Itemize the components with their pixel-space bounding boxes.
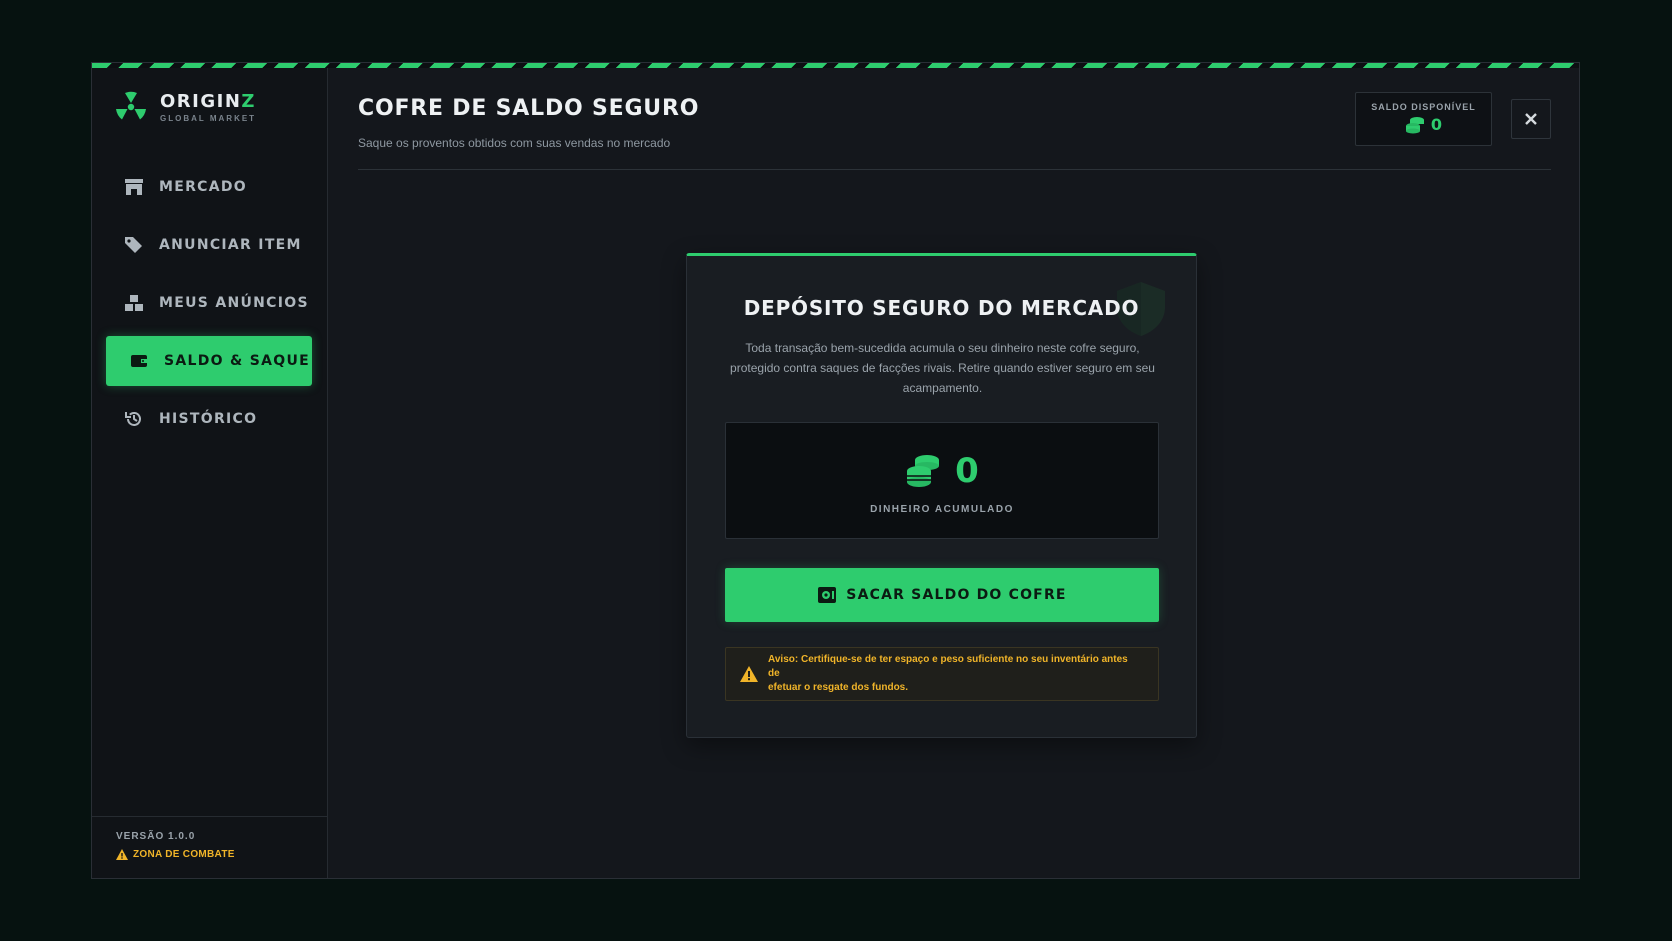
sidebar-item-label: MEUS ANÚNCIOS [159,295,309,311]
card-description-line: protegido contra saques de facções rivai… [730,361,1155,375]
warning-notice: Aviso: Certifique-se de ter espaço e pes… [725,647,1159,701]
brand-logo: ORIGINZ GLOBAL MARKET [114,90,256,124]
close-icon [1525,113,1537,125]
card-description-line: Toda transação bem-sucedida acumula o se… [745,341,1140,355]
sidebar: ORIGINZ GLOBAL MARKET MERCADO ANUNCIAR I… [92,68,328,878]
sidebar-item-historico[interactable]: HISTÓRICO [106,394,312,444]
withdraw-button[interactable]: SACAR SALDO DO COFRE [725,568,1159,622]
close-button[interactable] [1511,99,1551,139]
balance-value-row: 0 [1356,115,1491,134]
sidebar-footer: VERSÃO 1.0.0 ZONA DE COMBATE [92,816,328,878]
safe-icon [818,587,837,603]
sidebar-item-meus-anuncios[interactable]: MEUS ANÚNCIOS [106,278,312,328]
wallet-icon [128,350,150,372]
page-title: COFRE DE SALDO SEGURO [358,96,700,121]
store-icon [123,176,145,198]
combat-zone-label: ZONA DE COMBATE [133,849,235,860]
sidebar-item-anunciar-item[interactable]: ANUNCIAR ITEM [106,220,312,270]
warning-text-line: Aviso: Certifique-se de ter espaço e pes… [768,654,1128,679]
brand-subtitle: GLOBAL MARKET [160,113,257,123]
card-title: DEPÓSITO SEGURO DO MERCADO [743,296,1140,320]
sidebar-item-label: MERCADO [159,179,248,195]
secure-deposit-card: DEPÓSITO SEGURO DO MERCADO Toda transaçã… [686,253,1197,738]
warning-text: Aviso: Certifique-se de ter espaço e pes… [768,653,1138,695]
warning-icon [116,849,128,860]
version-label: VERSÃO 1.0.0 [116,831,196,842]
coins-icon [1405,116,1424,133]
boxes-icon [123,292,145,314]
sidebar-item-label: HISTÓRICO [159,411,258,427]
vault-amount-row: 0 [726,451,1158,491]
tags-icon [123,234,145,256]
sidebar-nav: MERCADO ANUNCIAR ITEM MEUS ANÚNCIOS SALD… [106,162,312,452]
balance-label: SALDO DISPONÍVEL [1371,102,1476,112]
history-icon [123,408,145,430]
page-subtitle: Saque os proventos obtidos com suas vend… [358,136,671,150]
coins-icon [907,455,940,487]
main-panel: COFRE DE SALDO SEGURO Saque os proventos… [328,68,1579,878]
card-description-line: acampamento. [902,381,983,395]
sidebar-item-saldo-saque[interactable]: SALDO & SAQUE [106,336,312,386]
combat-zone-badge: ZONA DE COMBATE [116,849,328,860]
sidebar-item-label: SALDO & SAQUE [164,353,310,369]
card-description: Toda transação bem-sucedida acumula o se… [725,338,1160,398]
warning-icon [740,666,758,682]
withdraw-button-label: SACAR SALDO DO COFRE [846,587,1067,603]
balance-display: SALDO DISPONÍVEL 0 [1355,92,1492,146]
warning-text-line: efetuar o resgate dos fundos. [768,682,909,693]
market-window: ORIGINZ GLOBAL MARKET MERCADO ANUNCIAR I… [91,62,1580,879]
vault-amount: 0 [955,451,979,491]
header-divider [358,169,1551,170]
sidebar-item-label: ANUNCIAR ITEM [159,237,302,253]
balance-value: 0 [1430,115,1443,134]
vault-balance-box: 0 DINHEIRO ACUMULADO [725,422,1159,539]
radiation-icon [116,91,146,120]
vault-amount-label: DINHEIRO ACUMULADO [870,504,1014,515]
sidebar-item-mercado[interactable]: MERCADO [106,162,312,212]
brand-name: ORIGINZ [160,90,256,112]
